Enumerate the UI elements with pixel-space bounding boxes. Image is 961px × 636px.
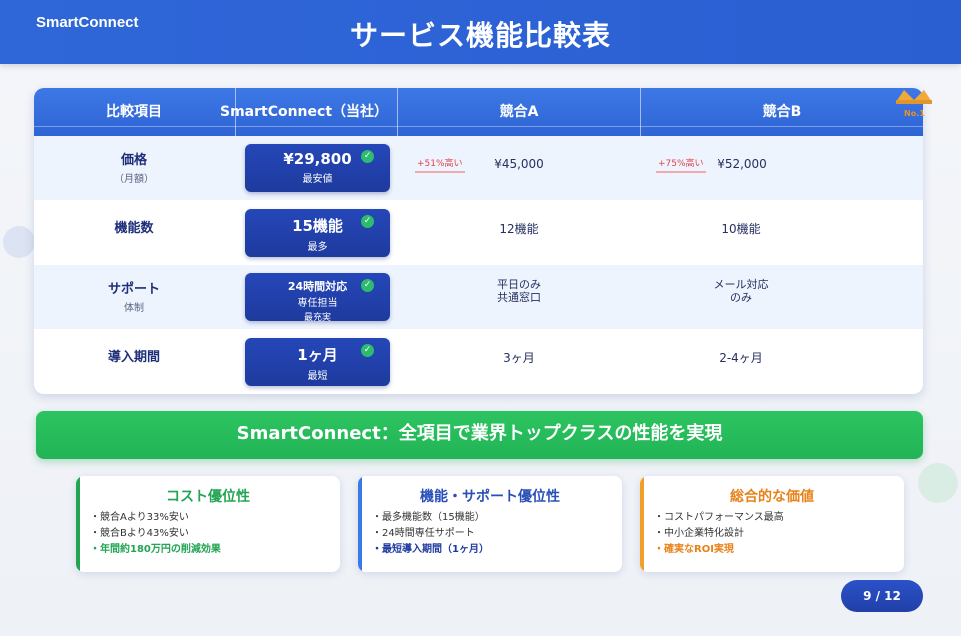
comparison-table: 比較項目 SmartConnect（当社） 競合A 競合B 価格 （月額） ✓ … xyxy=(34,88,923,394)
row-label: 価格 xyxy=(120,153,147,168)
page-indicator[interactable]: 9 / 12 xyxy=(841,580,923,612)
row-sublabel: （月額） xyxy=(114,174,154,185)
table-row-features: 機能数 ✓ 15機能 最多 12機能 10機能 xyxy=(34,201,923,265)
row-label-cell: 機能数 xyxy=(34,201,234,265)
list-item: ・中小企業特化設計 xyxy=(654,528,744,539)
ours-note: 最短 xyxy=(307,371,328,382)
card-cost-advantage: コスト優位性 ・競合Aより33%安い ・競合Bより43%安い ・年間約180万円… xyxy=(76,476,340,572)
header-bar: SmartConnect サービス機能比較表 xyxy=(0,0,961,64)
competitor-a-value: 平日のみ 共通窓口 xyxy=(398,265,640,329)
ours-support-cell: ✓ 24時間対応 専任担当 最充実 xyxy=(245,273,390,323)
ours-note: 最安値 xyxy=(302,174,333,185)
card-title: 機能・サポート優位性 xyxy=(420,489,560,505)
header-competitor-a: 競合A xyxy=(499,104,539,120)
competitor-a-line-2: 共通窓口 xyxy=(497,291,541,304)
list-item-highlight: ・最短導入期間（1ヶ月） xyxy=(372,544,489,555)
check-icon: ✓ xyxy=(361,279,374,292)
ours-extra-note: 最充実 xyxy=(303,313,331,323)
table-header: 比較項目 SmartConnect（当社） 競合A 競合B xyxy=(34,88,923,136)
row-sublabel: 体制 xyxy=(124,303,144,314)
check-icon: ✓ xyxy=(361,150,374,163)
card-feature-advantage: 機能・サポート優位性 ・最多機能数（15機能） ・24時間専任サポート ・最短導… xyxy=(358,476,622,572)
card-list: ・競合Aより33%安い ・競合Bより43%安い ・年間約180万円の削減効果 xyxy=(90,510,221,558)
ours-price-cell: ✓ ¥29,800 最安値 xyxy=(245,144,390,192)
list-item: ・競合Bより43%安い xyxy=(90,528,189,539)
list-item: ・24時間専任サポート xyxy=(372,528,475,539)
header-competitor-b: 競合B xyxy=(762,104,802,120)
competitor-b-value: ¥52,000 xyxy=(717,157,767,171)
list-item: ・コストパフォーマンス最高 xyxy=(654,512,784,523)
row-label-cell: 導入期間 xyxy=(34,330,234,394)
list-item-highlight: ・確実なROI実現 xyxy=(654,544,734,555)
competitor-a-value: ¥45,000 xyxy=(494,157,544,171)
list-item: ・競合Aより33%安い xyxy=(90,512,189,523)
ours-features-cell: ✓ 15機能 最多 xyxy=(245,209,390,257)
header-ours: SmartConnect（当社） xyxy=(219,104,389,120)
ours-note: 専任担当 xyxy=(297,298,338,309)
competitor-b-value: メール対応 のみ xyxy=(641,265,841,329)
competitor-b-line-2: のみ xyxy=(730,291,752,304)
row-label: 機能数 xyxy=(114,221,154,236)
table-row-support: サポート 体制 ✓ 24時間対応 専任担当 最充実 平日のみ 共通窓口 メール対… xyxy=(34,265,923,329)
competitor-a-line-1: 平日のみ xyxy=(497,278,541,291)
card-list: ・コストパフォーマンス最高 ・中小企業特化設計 ・確実なROI実現 xyxy=(654,510,784,558)
card-title: コスト優位性 xyxy=(166,489,250,505)
check-icon: ✓ xyxy=(361,344,374,357)
card-overall-value: 総合的な価値 ・コストパフォーマンス最高 ・中小企業特化設計 ・確実なROI実現 xyxy=(640,476,904,572)
decorative-circle xyxy=(918,463,958,503)
price-diff-badge: +51%高い xyxy=(415,156,465,173)
row-label-cell: サポート 体制 xyxy=(34,265,234,329)
competitor-a-value: 12機能 xyxy=(499,222,539,236)
decorative-circle xyxy=(3,226,35,258)
card-title: 総合的な価値 xyxy=(730,489,814,505)
competitor-a-value: 3ヶ月 xyxy=(503,351,535,365)
card-list: ・最多機能数（15機能） ・24時間専任サポート ・最短導入期間（1ヶ月） xyxy=(372,510,489,558)
ours-implementation-cell: ✓ 1ヶ月 最短 xyxy=(245,338,390,386)
price-diff-badge: +75%高い xyxy=(656,156,706,173)
table-row-implementation: 導入期間 ✓ 1ヶ月 最短 3ヶ月 2-4ヶ月 xyxy=(34,330,923,394)
row-label: サポート xyxy=(107,282,160,297)
row-label-cell: 価格 （月額） xyxy=(34,136,234,200)
list-item-highlight: ・年間約180万円の削減効果 xyxy=(90,544,221,555)
competitor-b-value: 10機能 xyxy=(721,222,761,236)
summary-banner: SmartConnect：全項目で業界トップクラスの性能を実現 xyxy=(36,411,923,459)
check-icon: ✓ xyxy=(361,215,374,228)
table-row-price: 価格 （月額） ✓ ¥29,800 最安値 +51%高い ¥45,000 +75… xyxy=(34,136,923,200)
award-label: No.1 xyxy=(904,109,925,118)
row-label: 導入期間 xyxy=(107,350,160,365)
competitor-b-value: 2-4ヶ月 xyxy=(719,351,763,365)
competitor-b-line-1: メール対応 xyxy=(713,278,769,291)
page-title: サービス機能比較表 xyxy=(349,19,611,52)
ours-note: 最多 xyxy=(307,242,328,253)
list-item: ・最多機能数（15機能） xyxy=(372,512,485,523)
